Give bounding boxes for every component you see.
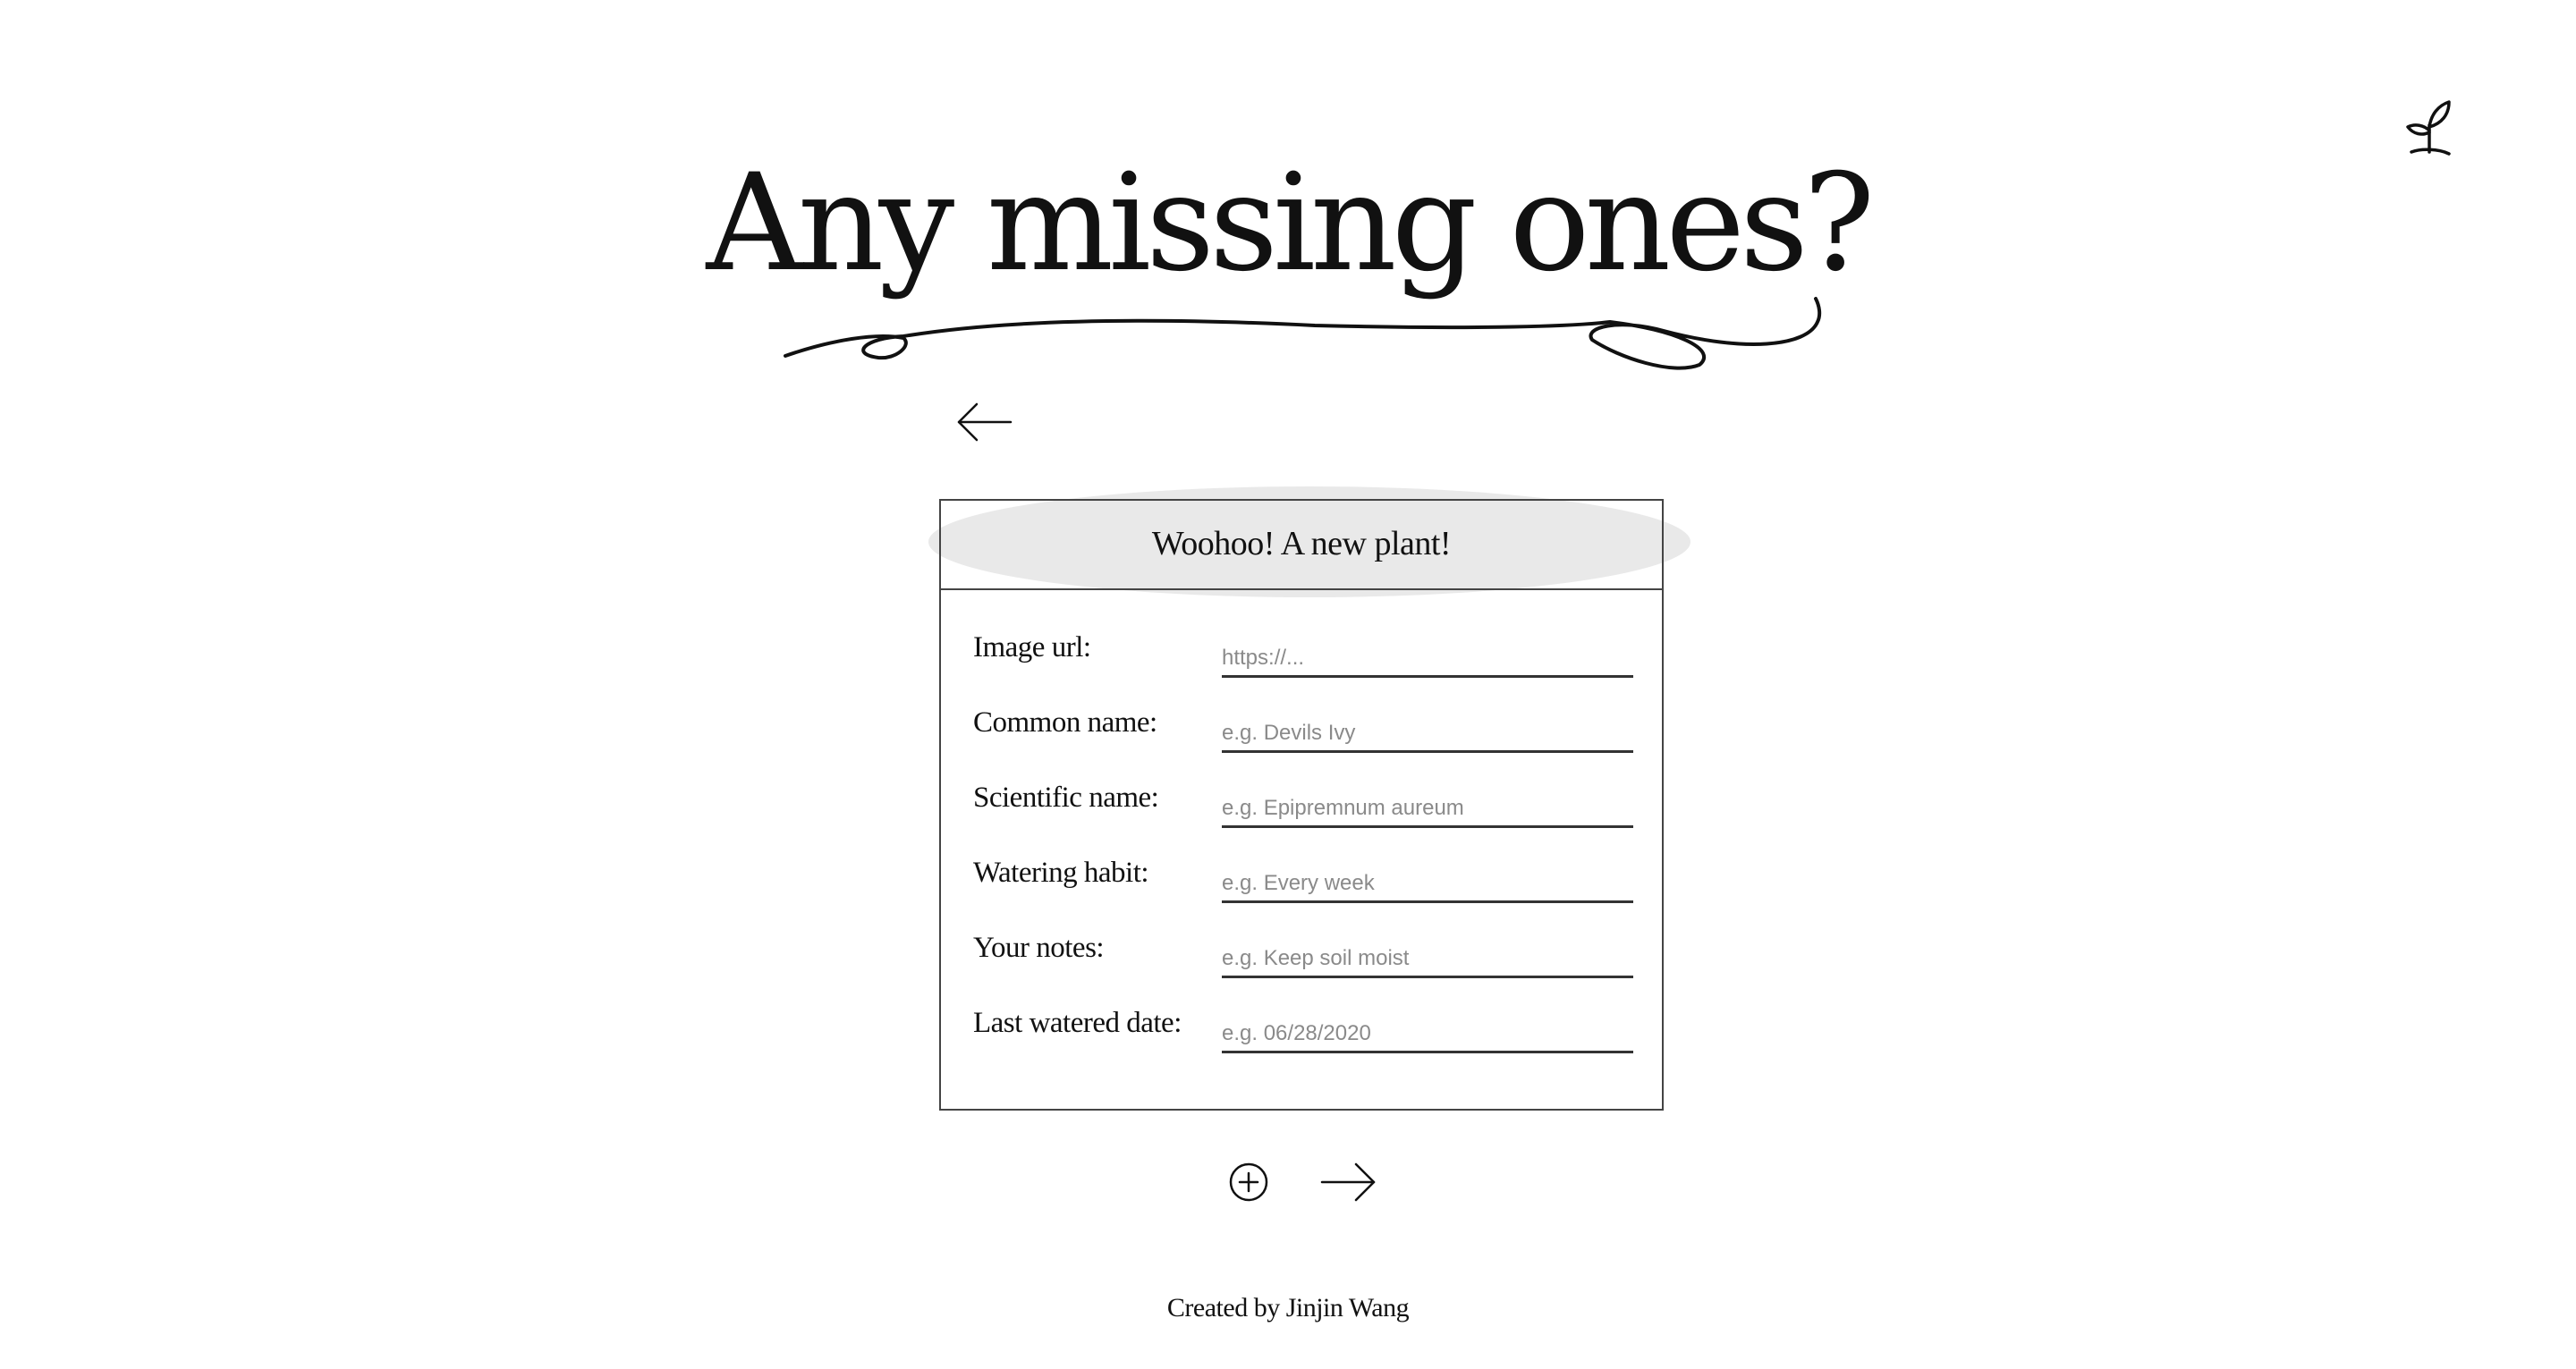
- common-name-input[interactable]: [1222, 715, 1633, 753]
- next-arrow-icon[interactable]: [1320, 1161, 1377, 1204]
- scientific-name-input[interactable]: [1222, 790, 1633, 828]
- image-url-label: Image url:: [973, 631, 1091, 663]
- watering-habit-label: Watering habit:: [973, 857, 1149, 889]
- watering-habit-row: Watering habit:: [973, 851, 1635, 926]
- common-name-row: Common name:: [973, 701, 1635, 776]
- notes-row: Your notes:: [973, 926, 1635, 1001]
- title-flourish: [784, 297, 1822, 370]
- notes-label: Your notes:: [973, 932, 1105, 964]
- image-url-row: Image url:: [973, 626, 1635, 701]
- page-title: Any missing ones?: [706, 146, 1876, 301]
- last-watered-date-row: Last watered date:: [973, 1001, 1635, 1077]
- image-url-input[interactable]: [1222, 640, 1633, 678]
- notes-input[interactable]: [1222, 941, 1633, 978]
- scientific-name-label: Scientific name:: [973, 782, 1159, 814]
- footer-credit: Created by Jinjin Wang: [1166, 1293, 1410, 1323]
- form-title: Woohoo! A new plant!: [939, 499, 1664, 590]
- last-watered-date-input[interactable]: [1222, 1016, 1633, 1053]
- scientific-name-row: Scientific name:: [973, 776, 1635, 851]
- back-arrow-icon[interactable]: [955, 401, 1013, 444]
- watering-habit-input[interactable]: [1222, 866, 1633, 903]
- new-plant-form: Image url: Common name: Scientific name:…: [973, 626, 1635, 1077]
- add-plant-button[interactable]: [1227, 1161, 1270, 1204]
- last-watered-date-label: Last watered date:: [973, 1007, 1182, 1039]
- common-name-label: Common name:: [973, 706, 1157, 739]
- page: Any missing ones? Woohoo! A new plant! I…: [0, 0, 2576, 1369]
- sprout-icon[interactable]: [2404, 98, 2454, 157]
